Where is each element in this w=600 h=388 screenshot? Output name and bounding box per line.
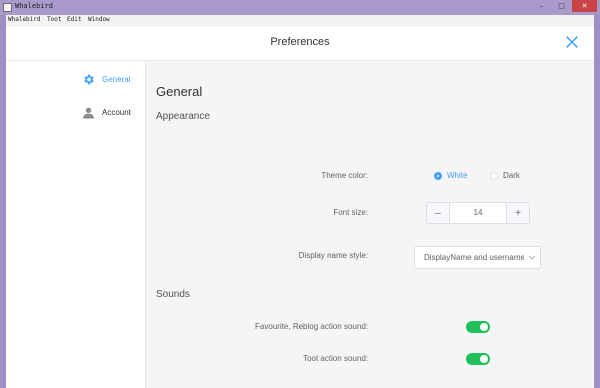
menu-toot[interactable]: Toot [47,16,61,23]
select-value: DisplayName and username [424,253,524,262]
theme-dark-radio[interactable]: Dark [490,171,520,180]
section-heading: General [156,84,203,99]
window-close-icon[interactable]: ✕ [572,0,597,12]
window-title: Whalebird [15,2,53,10]
increase-button[interactable]: + [506,203,529,223]
minimize-icon[interactable]: – [532,0,551,12]
sounds-heading: Sounds [156,289,190,300]
decrease-button[interactable]: – [427,203,450,223]
sidebar-item-label: General [102,74,131,84]
sidebar-item-general[interactable]: General [82,72,130,86]
preferences-header: Preferences [6,27,594,61]
radio-label: Dark [503,171,520,180]
display-name-style-select[interactable]: DisplayName and username [414,246,541,269]
maximize-icon[interactable]: □ [552,0,571,12]
menu-window[interactable]: Window [88,16,110,23]
general-settings-panel: General Appearance Theme color: White Da… [146,61,594,388]
font-size-value[interactable]: 14 [450,203,506,223]
chevron-down-icon [528,255,536,260]
sidebar-item-label: Account [102,107,131,117]
close-icon[interactable] [564,34,580,50]
app-icon [3,3,12,12]
appearance-heading: Appearance [156,111,210,122]
toot-sound-toggle[interactable] [466,353,490,365]
toot-sound-label: Toot action sound: [303,354,368,363]
theme-white-radio[interactable]: White [434,171,467,180]
window-titlebar: Whalebird – □ ✕ [0,0,600,15]
window-controls: – □ ✕ [531,0,597,15]
user-icon [83,107,94,118]
radio-label: White [447,171,468,180]
theme-color-label: Theme color: [321,171,368,180]
preferences-window: Preferences General Account General Appe… [6,27,594,388]
favourite-sound-label: Favourite, Reblog action sound: [255,322,368,331]
page-title: Preferences [270,36,330,48]
radio-dot [434,171,442,180]
radio-dot [490,171,498,180]
menu-whalebird[interactable]: Whalebird [8,16,41,23]
sidebar: General Account [6,61,146,388]
gear-icon [84,74,94,84]
display-name-style-label: Display name style: [298,251,368,260]
menu-edit[interactable]: Edit [67,16,81,23]
font-size-stepper: – 14 + [426,202,530,224]
sidebar-item-account[interactable]: Account [82,105,131,119]
font-size-label: Font size: [333,208,368,217]
favourite-sound-toggle[interactable] [466,321,490,333]
